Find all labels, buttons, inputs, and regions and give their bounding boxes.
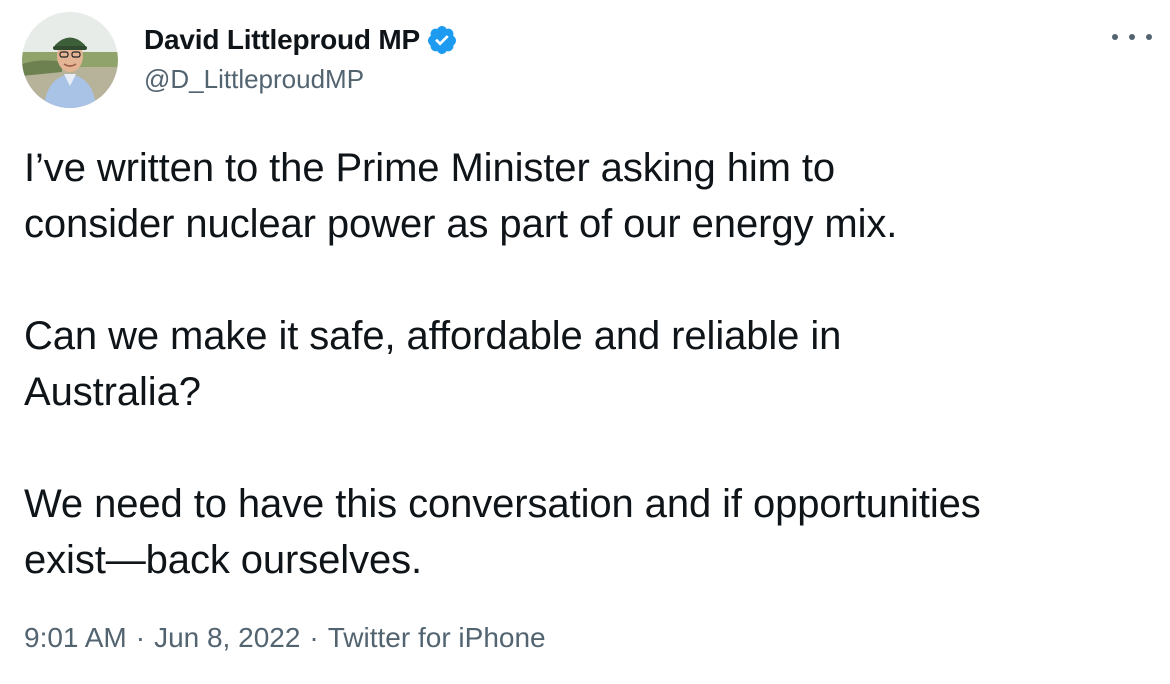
tweet-time[interactable]: 9:01 AM: [24, 622, 127, 654]
tweet-text: I’ve written to the Prime Minister askin…: [24, 140, 1154, 588]
author-name-row: David Littleproud MP: [144, 22, 458, 58]
tweet-source[interactable]: Twitter for iPhone: [328, 622, 546, 654]
avatar[interactable]: [22, 12, 118, 108]
meta-separator: ·: [309, 622, 319, 653]
tweet-metadata: 9:01 AM · Jun 8, 2022 · Twitter for iPho…: [24, 622, 546, 654]
tweet-line: consider nuclear power as part of our en…: [24, 202, 898, 246]
tweet-line: I’ve written to the Prime Minister askin…: [24, 146, 836, 190]
tweet-line: Australia?: [24, 370, 201, 414]
verified-badge-icon: [426, 24, 458, 56]
tweet-card: David Littleproud MP @D_LittleproudMP I’…: [0, 0, 1170, 684]
avatar-photo: [22, 12, 118, 108]
author-display-name[interactable]: David Littleproud MP: [144, 24, 420, 56]
meta-separator: ·: [135, 622, 146, 653]
author-handle[interactable]: @D_LittleproudMP: [144, 64, 364, 95]
more-options-icon[interactable]: [1112, 22, 1152, 52]
tweet-line: exist—back ourselves.: [24, 538, 423, 582]
tweet-date[interactable]: Jun 8, 2022: [154, 622, 300, 654]
tweet-line: Can we make it safe, affordable and reli…: [24, 314, 842, 358]
tweet-line: We need to have this conversation and if…: [24, 482, 981, 526]
